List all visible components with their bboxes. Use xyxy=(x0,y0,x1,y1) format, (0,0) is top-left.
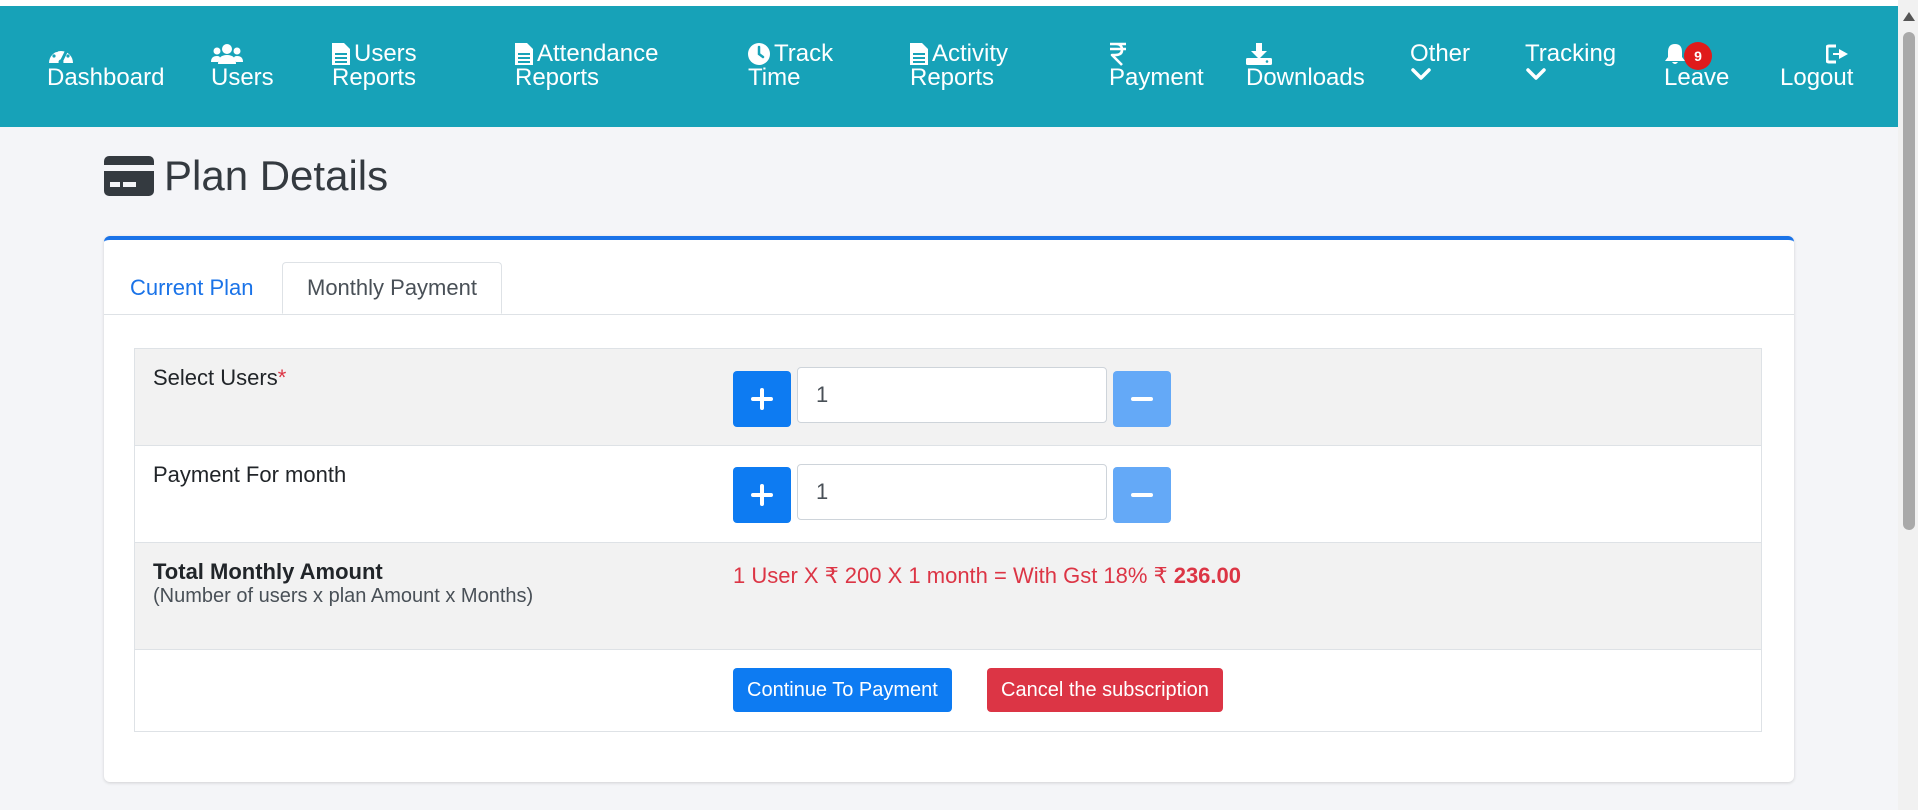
nav-users[interactable]: Users xyxy=(211,42,274,90)
nav-payment[interactable]: Payment xyxy=(1109,42,1204,90)
row-payment-months: Payment For month xyxy=(135,446,1761,543)
users-increment-button[interactable] xyxy=(733,371,791,427)
top-navbar: Dashboard Users Users Reports Attendance… xyxy=(0,6,1898,127)
total-amount-value: 236.00 xyxy=(1173,563,1241,588)
scrollbar-thumb[interactable] xyxy=(1903,32,1915,530)
row-actions: Continue To Payment Cancel the subscript… xyxy=(135,650,1761,731)
nav-track-time[interactable]: Track Time xyxy=(748,42,833,90)
scroll-up-arrow[interactable] xyxy=(1903,12,1915,21)
nav-users-reports-line1: Users xyxy=(354,40,417,67)
plan-tabs: Current Plan Monthly Payment xyxy=(104,262,1794,315)
dashboard-icon xyxy=(49,48,73,65)
nav-dashboard-label: Dashboard xyxy=(47,64,165,91)
page-title-text: Plan Details xyxy=(164,152,389,199)
credit-card-icon xyxy=(104,156,154,196)
users-icon xyxy=(211,44,243,64)
total-label: Total Monthly Amount xyxy=(153,559,383,584)
nav-logout-label: Logout xyxy=(1780,64,1854,91)
formula-text: 1 User X ₹ 200 X 1 month = With Gst 18% … xyxy=(733,563,1168,588)
nav-users-reports-line2: Reports xyxy=(332,64,417,91)
select-users-text: Select Users xyxy=(153,365,278,390)
months-label: Payment For month xyxy=(153,462,347,487)
nav-downloads-label: Downloads xyxy=(1246,64,1365,91)
nav-other-dropdown[interactable]: Other xyxy=(1410,42,1470,90)
tab-monthly-payment[interactable]: Monthly Payment xyxy=(282,262,502,314)
nav-attendance-reports-line2: Reports xyxy=(515,64,600,91)
required-mark: * xyxy=(277,365,287,390)
cancel-subscription-button[interactable]: Cancel the subscription xyxy=(987,668,1223,712)
document-icon xyxy=(515,43,533,65)
document-icon xyxy=(332,43,350,65)
logout-icon xyxy=(1826,44,1848,64)
row-select-users: Select Users* xyxy=(135,349,1761,446)
document-icon xyxy=(910,43,928,65)
total-formula: 1 User X ₹ 200 X 1 month = With Gst 18% … xyxy=(733,563,1241,589)
select-users-label: Select Users* xyxy=(153,365,286,391)
nav-attendance-reports[interactable]: Attendance Reports xyxy=(515,42,658,90)
months-quantity-input[interactable] xyxy=(797,464,1107,520)
nav-tracking-dropdown[interactable]: Tracking xyxy=(1525,42,1616,90)
nav-users-label: Users xyxy=(211,64,274,91)
nav-activity-reports-line2: Reports xyxy=(910,64,995,91)
nav-tracking-label: Tracking xyxy=(1525,40,1617,67)
nav-activity-reports-line1: Activity xyxy=(932,40,1009,67)
nav-payment-label: Payment xyxy=(1109,64,1204,91)
payment-table: Select Users* Payment For month xyxy=(134,348,1762,732)
nav-dashboard[interactable]: Dashboard xyxy=(47,42,164,90)
plus-icon xyxy=(751,484,773,506)
leave-notification-badge: 9 xyxy=(1684,42,1712,70)
plan-details-card: Current Plan Monthly Payment Select User… xyxy=(104,236,1794,782)
page-title: Plan Details xyxy=(104,152,388,200)
nav-other-label: Other xyxy=(1410,40,1471,67)
users-quantity-input[interactable] xyxy=(797,367,1107,423)
months-increment-button[interactable] xyxy=(733,467,791,523)
nav-users-reports[interactable]: Users Reports xyxy=(332,42,417,90)
plus-icon xyxy=(751,388,773,410)
row-total-amount: Total Monthly Amount (Number of users x … xyxy=(135,543,1761,650)
download-icon xyxy=(1246,43,1272,65)
continue-to-payment-button[interactable]: Continue To Payment xyxy=(733,668,952,712)
minus-icon xyxy=(1131,397,1153,401)
nav-track-time-line1: Track xyxy=(774,40,834,67)
rupee-icon xyxy=(1110,42,1126,66)
minus-icon xyxy=(1131,493,1153,497)
nav-logout[interactable]: Logout xyxy=(1780,42,1853,90)
nav-activity-reports[interactable]: Activity Reports xyxy=(910,42,1008,90)
tab-current-plan[interactable]: Current Plan xyxy=(130,262,254,314)
chevron-down-icon xyxy=(1411,68,1431,80)
total-label-block: Total Monthly Amount (Number of users x … xyxy=(153,559,533,608)
clock-icon xyxy=(748,43,770,65)
nav-attendance-reports-line1: Attendance xyxy=(537,40,659,67)
users-decrement-button[interactable] xyxy=(1113,371,1171,427)
months-decrement-button[interactable] xyxy=(1113,467,1171,523)
chevron-down-icon xyxy=(1526,68,1546,80)
nav-downloads[interactable]: Downloads xyxy=(1246,42,1365,90)
total-sublabel: (Number of users x plan Amount x Months) xyxy=(153,585,534,607)
bell-icon xyxy=(1665,44,1685,64)
nav-track-time-line2: Time xyxy=(748,64,801,91)
